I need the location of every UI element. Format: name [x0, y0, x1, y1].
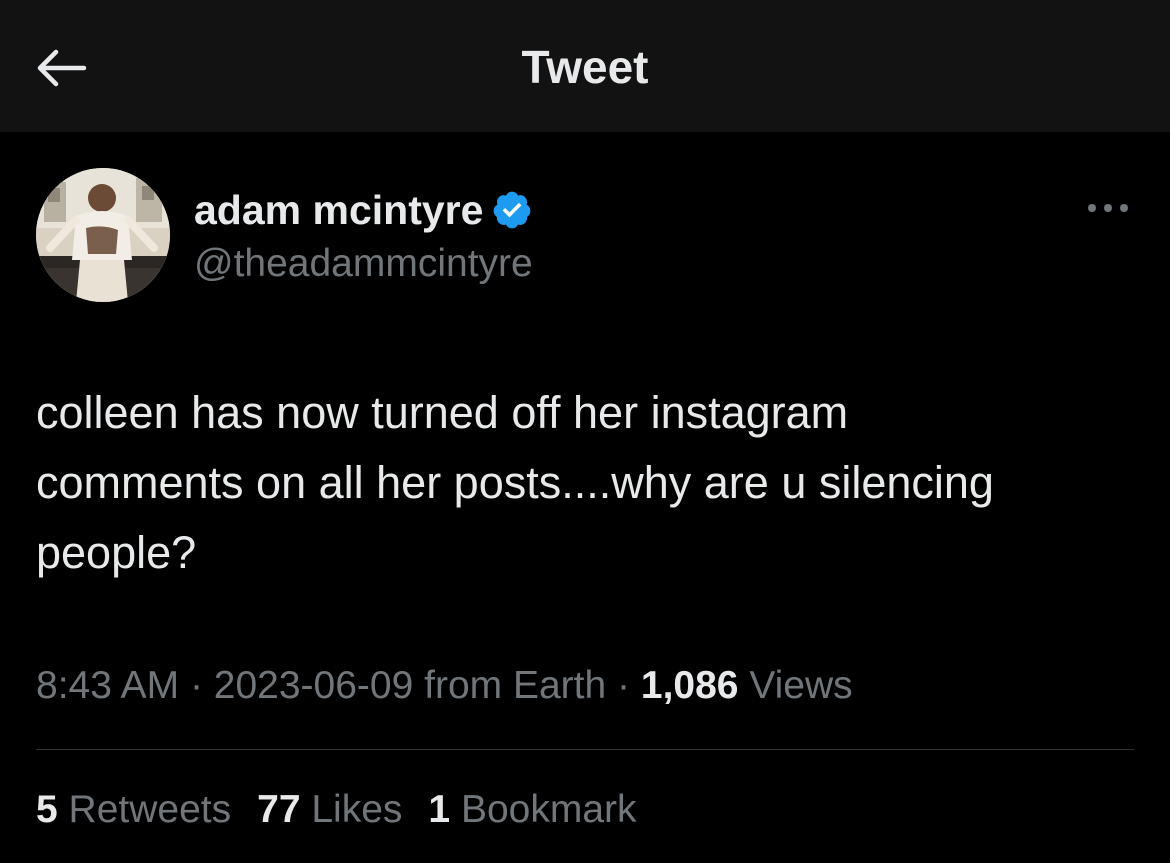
tweet-source: from Earth — [424, 664, 607, 707]
views-count[interactable]: 1,086 — [641, 664, 739, 707]
meta-separator: · — [189, 664, 203, 707]
likes-label: Likes — [311, 788, 403, 831]
top-bar: Tweet — [0, 0, 1170, 132]
tweet-text: colleen has now turned off her instagram… — [36, 387, 994, 578]
more-horizontal-icon — [1088, 204, 1128, 212]
avatar-photo — [36, 168, 170, 302]
tweet-time[interactable]: 8:43 AM — [36, 664, 179, 707]
retweets-label: Retweets — [68, 788, 232, 831]
tweet-date[interactable]: 2023-06-09 — [214, 664, 414, 707]
likes-stat[interactable]: 77 Likes — [257, 784, 402, 836]
bookmarks-stat[interactable]: 1 Bookmark — [428, 784, 636, 836]
likes-count: 77 — [257, 788, 301, 831]
divider — [36, 749, 1134, 750]
views-label[interactable]: Views — [749, 664, 852, 707]
author-name-row: adam mcintyre — [194, 184, 533, 236]
page-title: Tweet — [521, 41, 649, 93]
retweets-stat[interactable]: 5 Retweets — [36, 784, 231, 836]
bookmarks-count: 1 — [428, 788, 451, 831]
author-name[interactable]: adam mcintyre — [194, 184, 483, 236]
tweet-metadata: 8:43 AM · 2023-06-09 from Earth · 1,086 … — [36, 660, 853, 712]
meta-separator: · — [617, 664, 631, 707]
bookmarks-label: Bookmark — [460, 788, 637, 831]
author-handle[interactable]: @theadammcintyre — [194, 240, 533, 288]
verified-badge-icon — [494, 191, 531, 229]
retweets-count: 5 — [36, 788, 58, 831]
more-options-button[interactable] — [1080, 192, 1136, 224]
engagement-stats: 5 Retweets 77 Likes 1 Bookmark — [36, 784, 663, 836]
avatar[interactable] — [36, 168, 170, 302]
